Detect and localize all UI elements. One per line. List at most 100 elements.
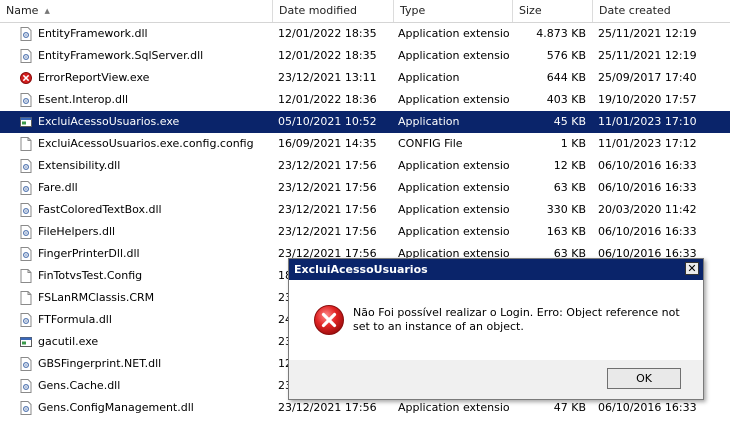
dll-icon [20,203,32,217]
file-date-created: 11/01/2023 17:10 [598,115,697,128]
file-name: FingerPrinterDll.dll [38,247,140,260]
file-name: Esent.Interop.dll [38,93,129,106]
file-type: Application extension [398,27,510,40]
file-type: Application extension [398,93,510,106]
file-row[interactable]: Extensibility.dll 23/12/2021 17:56 Applica… [0,155,730,177]
file-name: Fare.dll [38,181,78,194]
file-icon [20,291,32,305]
close-icon: ✕ [687,262,697,275]
file-date-created: 06/10/2016 16:33 [598,225,697,238]
dll-icon [20,247,32,261]
file-date-modified: 16/09/2021 14:35 [278,137,377,150]
error-icon [314,305,344,335]
dialog-message-area: Não Foi possível realizar o Login. Erro:… [289,280,703,360]
file-name: FileHelpers.dll [38,225,116,238]
file-type: Application extension [398,159,510,172]
file-date-created: 19/10/2020 17:57 [598,93,697,106]
file-icon [20,137,32,151]
file-row[interactable]: FileHelpers.dll 23/12/2021 17:56 Applicati… [0,221,730,243]
dll-icon [20,27,32,41]
file-row[interactable]: ExcluiAcessoUsuarios.exe.config.config 16… [0,133,730,155]
file-name: Gens.ConfigManagement.dll [38,401,194,414]
file-date-created: 06/10/2016 16:33 [598,181,697,194]
file-name: FTFormula.dll [38,313,112,326]
file-size: 644 KB [546,71,586,84]
file-size: 330 KB [546,203,586,216]
column-header-date-modified-label: Date modified [279,4,357,17]
dll-icon [20,357,32,371]
dll-icon [20,379,32,393]
file-name: FinTotvsTest.Config [38,269,143,282]
file-size: 1 KB [560,137,586,150]
dll-icon [20,49,32,63]
file-date-created: 25/11/2021 12:19 [598,49,697,62]
file-size: 45 KB [553,115,586,128]
file-row[interactable]: Esent.Interop.dll 12/01/2022 18:36 Applica… [0,89,730,111]
file-date-modified: 23/12/2021 13:11 [278,71,377,84]
file-type: Application extension [398,49,510,62]
error-dialog: ExcluiAcessoUsuarios ✕ Não Foi possível … [288,258,704,400]
file-row[interactable]: ExcluiAcessoUsuarios.exe 05/10/2021 10:52… [0,111,730,133]
dialog-message: Não Foi possível realizar o Login. Erro:… [353,306,680,333]
file-row[interactable]: Fare.dll 23/12/2021 17:56 Application exte… [0,177,730,199]
file-name: Extensibility.dll [38,159,121,172]
file-name: ExcluiAcessoUsuarios.exe [38,115,180,128]
file-size: 47 KB [553,401,586,414]
file-type: Application extension [398,203,510,216]
dll-icon [20,313,32,327]
file-date-modified: 23/12/2021 17:56 [278,159,377,172]
file-name: Gens.Cache.dll [38,379,121,392]
file-type: Application extension [398,225,510,238]
file-size: 12 KB [553,159,586,172]
file-name: GBSFingerprint.NET.dll [38,357,162,370]
dll-icon [20,181,32,195]
file-size: 163 KB [546,225,586,238]
file-type: Application extension [398,181,510,194]
file-type: Application [398,115,460,128]
file-name: EntityFramework.dll [38,27,148,40]
file-date-created: 25/09/2017 17:40 [598,71,697,84]
file-name: EntityFramework.SqlServer.dll [38,49,204,62]
file-date-modified: 23/12/2021 17:56 [278,401,377,414]
column-header-type-label: Type [400,4,426,17]
file-size: 4.873 KB [536,27,586,40]
ok-button[interactable]: OK [607,368,681,389]
file-date-created: 06/10/2016 16:33 [598,159,697,172]
file-name: FSLanRMClassis.CRM [38,291,155,304]
file-date-modified: 12/01/2022 18:36 [278,93,377,106]
file-date-modified: 12/01/2022 18:35 [278,49,377,62]
ok-button-label: OK [636,372,652,385]
dll-icon [20,401,32,415]
column-header-name-label: Name [6,4,39,17]
column-header-date-created[interactable]: Date created [593,0,730,22]
dialog-title-bar[interactable]: ExcluiAcessoUsuarios ✕ [289,259,703,280]
file-date-created: 11/01/2023 17:12 [598,137,697,150]
dll-icon [20,93,32,107]
file-date-created: 06/10/2016 16:33 [598,401,697,414]
column-header-name[interactable]: Name ▲ [0,0,273,22]
exe-icon [20,335,32,349]
file-date-modified: 12/01/2022 18:35 [278,27,377,40]
file-row[interactable]: EntityFramework.SqlServer.dll 12/01/2022 … [0,45,730,67]
file-name: FastColoredTextBox.dll [38,203,162,216]
file-row[interactable]: Gens.ConfigManagement.dll 23/12/2021 17:5… [0,397,730,419]
file-size: 576 KB [546,49,586,62]
sort-ascending-icon: ▲ [44,7,50,15]
file-size: 403 KB [546,93,586,106]
file-row[interactable]: EntityFramework.dll 12/01/2022 18:35 Appli… [0,23,730,45]
dll-icon [20,159,32,173]
file-name: gacutil.exe [38,335,99,348]
column-header-size[interactable]: Size [513,0,593,22]
file-date-created: 20/03/2020 11:42 [598,203,697,216]
file-row[interactable]: ErrorReportView.exe 23/12/2021 13:11 Appli… [0,67,730,89]
column-header-type[interactable]: Type [394,0,513,22]
dll-icon [20,225,32,239]
column-header-date-modified[interactable]: Date modified [273,0,394,22]
file-icon [20,269,32,283]
file-row[interactable]: FastColoredTextBox.dll 23/12/2021 17:56 Ap… [0,199,730,221]
file-date-modified: 23/12/2021 17:56 [278,203,377,216]
close-button[interactable]: ✕ [685,262,699,275]
dialog-title: ExcluiAcessoUsuarios [294,263,428,276]
column-header-size-label: Size [519,4,542,17]
file-name: ErrorReportView.exe [38,71,150,84]
